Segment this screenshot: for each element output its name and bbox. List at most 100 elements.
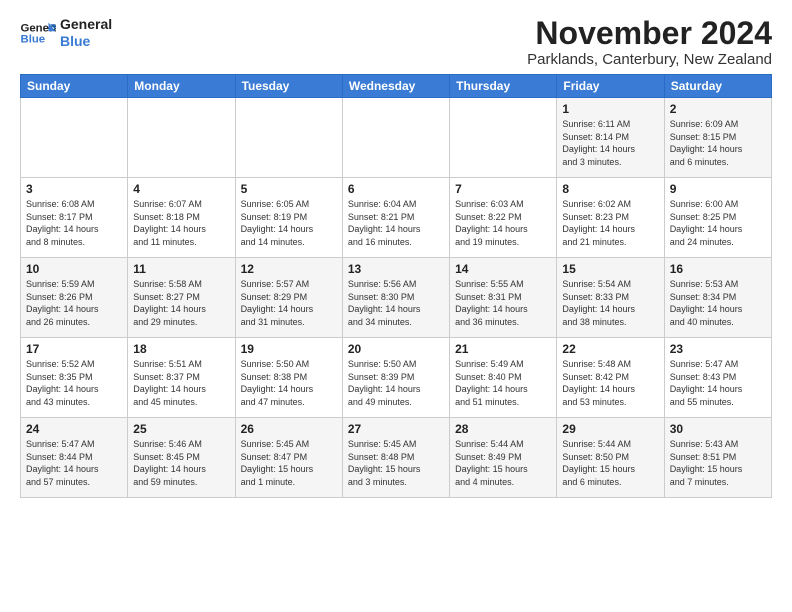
calendar-cell: 7 Sunrise: 6:03 AM Sunset: 8:22 PM Daylig… (450, 178, 557, 258)
calendar-week-4: 24Sunrise: 5:47 AM Sunset: 8:44 PM Dayli… (21, 418, 772, 498)
calendar-cell: 9Sunrise: 6:00 AM Sunset: 8:25 PM Daylig… (664, 178, 771, 258)
day-number: 6 (348, 182, 444, 196)
day-info: Sunrise: 5:43 AM Sunset: 8:51 PM Dayligh… (670, 438, 766, 488)
title-block: November 2024 Parklands, Canterbury, New… (527, 16, 772, 68)
day-info: Sunrise: 6:02 AM Sunset: 8:23 PM Dayligh… (562, 198, 658, 248)
weekday-header-monday: Monday (128, 75, 235, 98)
day-info: Sunrise: 5:53 AM Sunset: 8:34 PM Dayligh… (670, 278, 766, 328)
day-info: Sunrise: 5:59 AM Sunset: 8:26 PM Dayligh… (26, 278, 122, 328)
day-info: Sunrise: 6:11 AM Sunset: 8:14 PM Dayligh… (562, 118, 658, 168)
day-number: 17 (26, 342, 122, 356)
calendar-week-3: 17 Sunrise: 5:52 AM Sunset: 8:35 PM Dayli… (21, 338, 772, 418)
calendar-cell: 12 Sunrise: 5:57 AM Sunset: 8:29 PM Dayli… (235, 258, 342, 338)
day-info: Sunrise: 5:44 AM Sunset: 8:50 PM Dayligh… (562, 438, 658, 488)
day-info: Sunrise: 5:45 AM Sunset: 8:47 PM Dayligh… (241, 438, 337, 488)
day-number: 7 (455, 182, 551, 196)
weekday-header-thursday: Thursday (450, 75, 557, 98)
calendar-cell: 3 Sunrise: 6:08 AM Sunset: 8:17 PM Daylig… (21, 178, 128, 258)
day-number: 22 (562, 342, 658, 356)
day-info: Sunrise: 6:05 AM Sunset: 8:19 PM Dayligh… (241, 198, 337, 248)
page-subtitle: Parklands, Canterbury, New Zealand (527, 51, 772, 68)
logo-line2: Blue (60, 33, 112, 50)
calendar-cell: 21 Sunrise: 5:49 AM Sunset: 8:40 PM Dayli… (450, 338, 557, 418)
calendar-cell: 11Sunrise: 5:58 AM Sunset: 8:27 PM Dayli… (128, 258, 235, 338)
calendar-cell: 1 Sunrise: 6:11 AM Sunset: 8:14 PM Daylig… (557, 98, 664, 178)
day-info: Sunrise: 5:54 AM Sunset: 8:33 PM Dayligh… (562, 278, 658, 328)
day-number: 16 (670, 262, 766, 276)
calendar-cell: 24Sunrise: 5:47 AM Sunset: 8:44 PM Dayli… (21, 418, 128, 498)
weekday-header-saturday: Saturday (664, 75, 771, 98)
calendar-cell: 15 Sunrise: 5:54 AM Sunset: 8:33 PM Dayli… (557, 258, 664, 338)
calendar-week-2: 10 Sunrise: 5:59 AM Sunset: 8:26 PM Dayli… (21, 258, 772, 338)
calendar-week-1: 3 Sunrise: 6:08 AM Sunset: 8:17 PM Daylig… (21, 178, 772, 258)
day-info: Sunrise: 5:47 AM Sunset: 8:43 PM Dayligh… (670, 358, 766, 408)
day-number: 29 (562, 422, 658, 436)
day-number: 13 (348, 262, 444, 276)
day-number: 19 (241, 342, 337, 356)
calendar-cell: 16 Sunrise: 5:53 AM Sunset: 8:34 PM Dayli… (664, 258, 771, 338)
day-info: Sunrise: 5:45 AM Sunset: 8:48 PM Dayligh… (348, 438, 444, 488)
day-number: 25 (133, 422, 229, 436)
day-number: 9 (670, 182, 766, 196)
day-info: Sunrise: 6:09 AM Sunset: 8:15 PM Dayligh… (670, 118, 766, 168)
calendar-cell: 5 Sunrise: 6:05 AM Sunset: 8:19 PM Daylig… (235, 178, 342, 258)
day-info: Sunrise: 5:48 AM Sunset: 8:42 PM Dayligh… (562, 358, 658, 408)
calendar-cell: 4Sunrise: 6:07 AM Sunset: 8:18 PM Daylig… (128, 178, 235, 258)
day-number: 11 (133, 262, 229, 276)
calendar-cell: 20Sunrise: 5:50 AM Sunset: 8:39 PM Dayli… (342, 338, 449, 418)
weekday-header-row: SundayMondayTuesdayWednesdayThursdayFrid… (21, 75, 772, 98)
day-info: Sunrise: 5:56 AM Sunset: 8:30 PM Dayligh… (348, 278, 444, 328)
calendar-cell: 22 Sunrise: 5:48 AM Sunset: 8:42 PM Dayli… (557, 338, 664, 418)
calendar-table: SundayMondayTuesdayWednesdayThursdayFrid… (20, 74, 772, 498)
calendar-cell: 29 Sunrise: 5:44 AM Sunset: 8:50 PM Dayli… (557, 418, 664, 498)
weekday-header-friday: Friday (557, 75, 664, 98)
day-number: 24 (26, 422, 122, 436)
day-number: 21 (455, 342, 551, 356)
calendar-header: SundayMondayTuesdayWednesdayThursdayFrid… (21, 75, 772, 98)
calendar-cell: 28Sunrise: 5:44 AM Sunset: 8:49 PM Dayli… (450, 418, 557, 498)
calendar-cell: 13 Sunrise: 5:56 AM Sunset: 8:30 PM Dayli… (342, 258, 449, 338)
calendar-cell (235, 98, 342, 178)
day-number: 3 (26, 182, 122, 196)
day-info: Sunrise: 5:52 AM Sunset: 8:35 PM Dayligh… (26, 358, 122, 408)
day-number: 30 (670, 422, 766, 436)
day-number: 28 (455, 422, 551, 436)
calendar-cell: 27 Sunrise: 5:45 AM Sunset: 8:48 PM Dayli… (342, 418, 449, 498)
calendar-cell (128, 98, 235, 178)
day-number: 23 (670, 342, 766, 356)
calendar-cell: 23 Sunrise: 5:47 AM Sunset: 8:43 PM Dayli… (664, 338, 771, 418)
day-number: 18 (133, 342, 229, 356)
calendar-cell: 19 Sunrise: 5:50 AM Sunset: 8:38 PM Dayli… (235, 338, 342, 418)
day-number: 5 (241, 182, 337, 196)
day-number: 1 (562, 102, 658, 116)
weekday-header-tuesday: Tuesday (235, 75, 342, 98)
calendar-cell (21, 98, 128, 178)
calendar-cell: 2Sunrise: 6:09 AM Sunset: 8:15 PM Daylig… (664, 98, 771, 178)
calendar-body: 1 Sunrise: 6:11 AM Sunset: 8:14 PM Daylig… (21, 98, 772, 498)
weekday-header-sunday: Sunday (21, 75, 128, 98)
day-info: Sunrise: 6:08 AM Sunset: 8:17 PM Dayligh… (26, 198, 122, 248)
page-title: November 2024 (527, 16, 772, 51)
day-number: 26 (241, 422, 337, 436)
day-info: Sunrise: 6:03 AM Sunset: 8:22 PM Dayligh… (455, 198, 551, 248)
day-info: Sunrise: 5:49 AM Sunset: 8:40 PM Dayligh… (455, 358, 551, 408)
day-info: Sunrise: 5:55 AM Sunset: 8:31 PM Dayligh… (455, 278, 551, 328)
day-info: Sunrise: 5:51 AM Sunset: 8:37 PM Dayligh… (133, 358, 229, 408)
calendar-cell (342, 98, 449, 178)
day-number: 12 (241, 262, 337, 276)
day-info: Sunrise: 5:57 AM Sunset: 8:29 PM Dayligh… (241, 278, 337, 328)
day-number: 10 (26, 262, 122, 276)
svg-text:Blue: Blue (21, 33, 46, 45)
logo: General Blue General Blue (20, 16, 112, 50)
day-number: 8 (562, 182, 658, 196)
calendar-cell: 6Sunrise: 6:04 AM Sunset: 8:21 PM Daylig… (342, 178, 449, 258)
calendar-cell: 8 Sunrise: 6:02 AM Sunset: 8:23 PM Daylig… (557, 178, 664, 258)
day-number: 14 (455, 262, 551, 276)
logo-line1: General (60, 16, 112, 33)
day-number: 27 (348, 422, 444, 436)
calendar-cell: 14 Sunrise: 5:55 AM Sunset: 8:31 PM Dayli… (450, 258, 557, 338)
header: General Blue General Blue November 2024 … (20, 16, 772, 68)
day-info: Sunrise: 5:50 AM Sunset: 8:38 PM Dayligh… (241, 358, 337, 408)
calendar-cell (450, 98, 557, 178)
day-number: 15 (562, 262, 658, 276)
